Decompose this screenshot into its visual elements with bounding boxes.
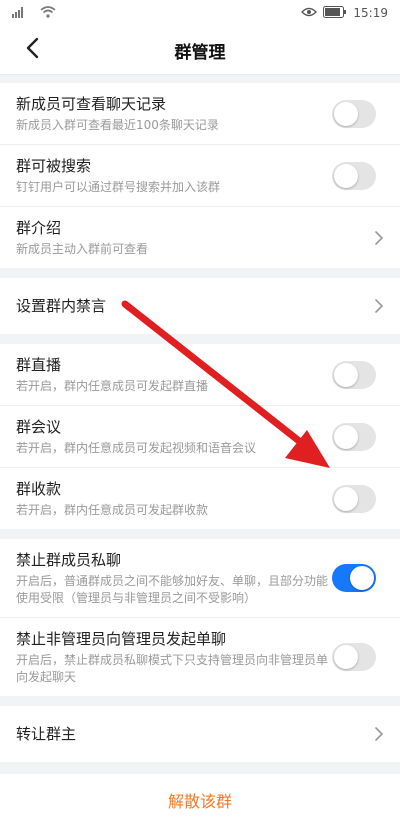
toggle-knob [334, 101, 358, 126]
page-title: 群管理 [174, 42, 226, 63]
nav-bar: 群管理 [0, 26, 400, 75]
setting-collect-title: 群收款 [16, 480, 62, 498]
status-left [12, 5, 56, 21]
setting-intro[interactable]: 群介绍 新成员主动入群前可查看 [0, 207, 400, 268]
live-toggle[interactable] [332, 360, 376, 389]
setting-collect: 群收款 若开启，群内任意成员可发起群收款 [0, 468, 400, 529]
admin-chat-toggle[interactable] [332, 643, 376, 671]
setting-admin-chat-title: 禁止非管理员向管理员发起单聊 [16, 630, 227, 648]
setting-transfer-title: 转让群主 [16, 725, 77, 743]
toggle-knob [334, 163, 358, 188]
dissolve-group-button[interactable]: 解散该群 [0, 774, 400, 826]
setting-mute[interactable]: 设置群内禁言 [0, 278, 400, 334]
chevron-right-icon [375, 727, 383, 741]
eye-icon [301, 6, 318, 20]
setting-live-title: 群直播 [16, 356, 62, 374]
toggle-knob [334, 486, 358, 511]
toggle-knob [334, 424, 358, 449]
settings-group-basic: 新成员可查看聊天记录 新成员入群可查看最近100条聊天记录 群可被搜索 钉钉用户… [0, 83, 400, 268]
setting-searchable-title: 群可被搜索 [16, 157, 92, 175]
toggle-knob [350, 566, 374, 590]
searchable-toggle[interactable] [332, 161, 376, 190]
status-bar: 15:19 [0, 0, 400, 26]
dissolve-group-label: 解散该群 [167, 792, 232, 811]
settings-group-transfer: 转让群主 [0, 706, 400, 762]
settings-group-privacy: 禁止群成员私聊 开启后，普通群成员之间不能够加好友、单聊，且部分功能使用受限（管… [0, 539, 400, 696]
setting-history-title: 新成员可查看聊天记录 [16, 95, 167, 113]
back-button[interactable] [18, 36, 46, 64]
history-toggle[interactable] [332, 99, 376, 128]
private-chat-toggle[interactable] [332, 564, 376, 592]
collect-toggle[interactable] [332, 484, 376, 513]
clock-time: 15:19 [353, 6, 388, 20]
chevron-right-icon [375, 299, 383, 313]
setting-meeting-title: 群会议 [16, 418, 62, 436]
wifi-icon [40, 5, 56, 21]
setting-history-subtitle: 新成员入群可查看最近100条聊天记录 [16, 118, 219, 132]
settings-group-mute: 设置群内禁言 [0, 278, 400, 334]
setting-mute-title: 设置群内禁言 [16, 297, 107, 315]
settings-group-features: 群直播 若开启，群内任意成员可发起群直播 群会议 若开启，群内任意成员可发起视频… [0, 344, 400, 529]
chevron-left-icon [25, 37, 39, 63]
setting-private-chat-subtitle: 开启后，普通群成员之间不能够加好友、单聊，且部分功能使用受限（管理员与非管理员之… [16, 574, 329, 605]
setting-live-subtitle: 若开启，群内任意成员可发起群直播 [16, 379, 209, 393]
setting-admin-chat-subtitle: 开启后，禁止群成员私聊模式下只支持管理员向非管理员单向发起聊天 [16, 653, 329, 684]
setting-live: 群直播 若开启，群内任意成员可发起群直播 [0, 344, 400, 406]
toggle-knob [334, 362, 358, 387]
setting-collect-subtitle: 若开启，群内任意成员可发起群收款 [16, 503, 209, 517]
meeting-toggle[interactable] [332, 422, 376, 451]
signal-icon [12, 6, 34, 21]
status-right: 15:19 [301, 5, 388, 21]
setting-transfer[interactable]: 转让群主 [0, 706, 400, 762]
battery-icon [323, 5, 347, 21]
setting-intro-subtitle: 新成员主动入群前可查看 [16, 242, 149, 256]
setting-intro-title: 群介绍 [16, 219, 62, 237]
setting-history: 新成员可查看聊天记录 新成员入群可查看最近100条聊天记录 [0, 83, 400, 145]
setting-searchable-subtitle: 钉钉用户可以通过群号搜索并加入该群 [16, 180, 221, 194]
setting-searchable: 群可被搜索 钉钉用户可以通过群号搜索并加入该群 [0, 145, 400, 207]
setting-private-chat-title: 禁止群成员私聊 [16, 551, 122, 569]
setting-meeting: 群会议 若开启，群内任意成员可发起视频和语音会议 [0, 406, 400, 468]
setting-private-chat: 禁止群成员私聊 开启后，普通群成员之间不能够加好友、单聊，且部分功能使用受限（管… [0, 539, 400, 618]
setting-admin-chat: 禁止非管理员向管理员发起单聊 开启后，禁止群成员私聊模式下只支持管理员向非管理员… [0, 618, 400, 696]
chevron-right-icon [375, 230, 383, 245]
toggle-knob [334, 645, 358, 669]
setting-meeting-subtitle: 若开启，群内任意成员可发起视频和语音会议 [16, 441, 257, 455]
